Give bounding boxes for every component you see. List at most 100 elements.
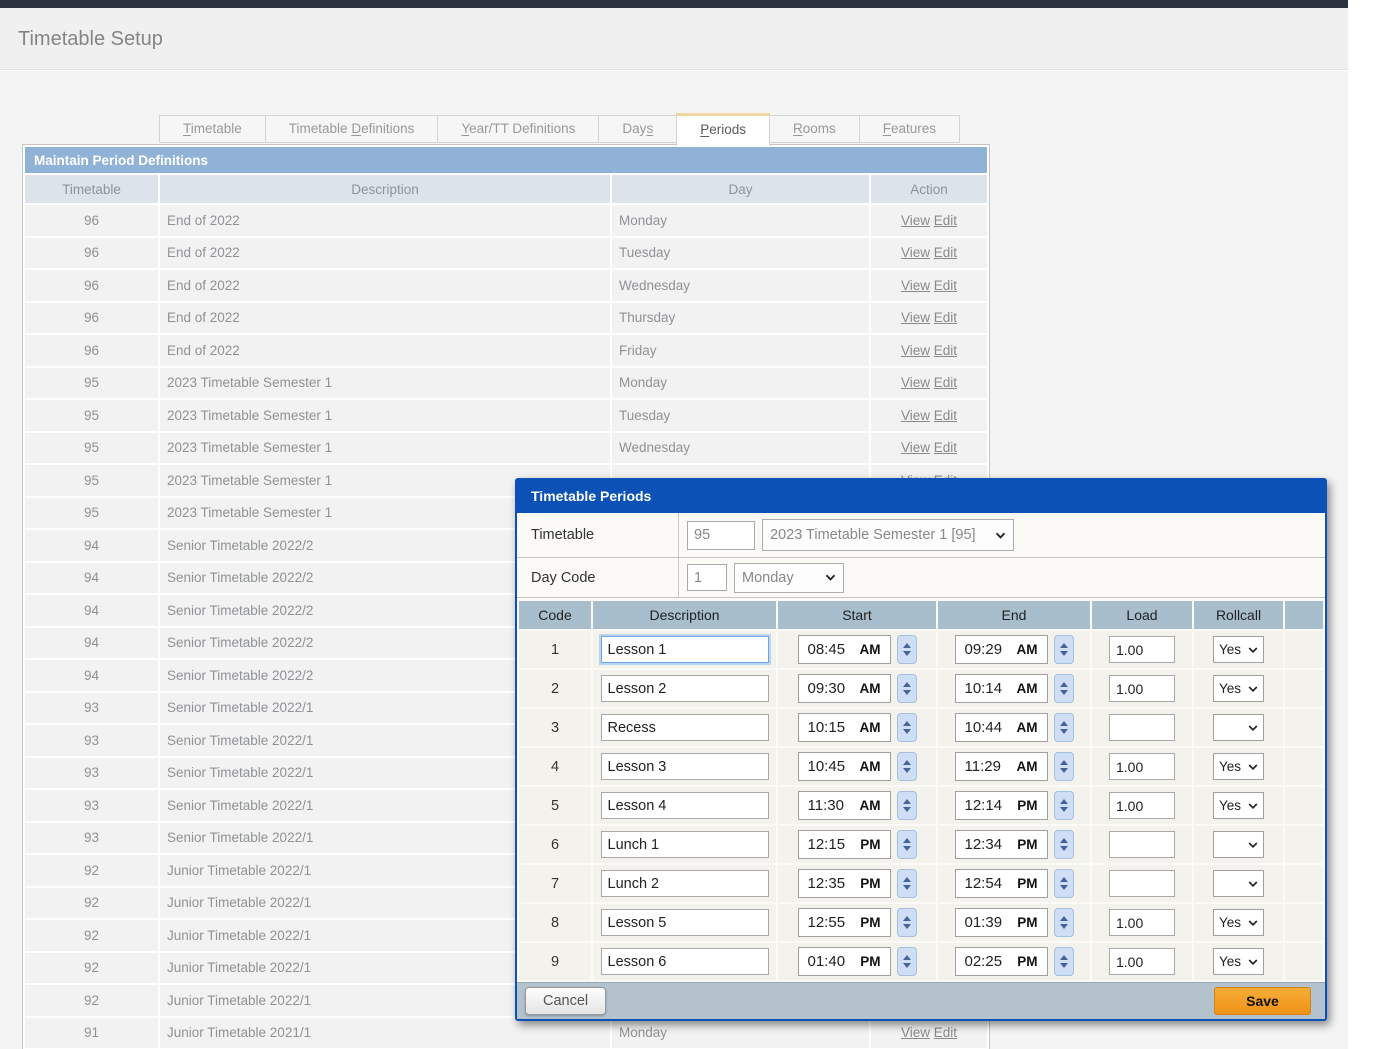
rollcall-select[interactable] — [1213, 831, 1264, 858]
rollcall-select[interactable]: Yes — [1213, 909, 1264, 936]
start-spinner[interactable] — [897, 713, 917, 742]
edit-link[interactable]: Edit — [934, 1025, 957, 1040]
period-load-input[interactable] — [1109, 675, 1175, 702]
start-time-input[interactable]: 08:45AM — [798, 635, 891, 664]
period-description-input[interactable] — [601, 675, 769, 702]
end-time-input[interactable]: 01:39PM — [955, 908, 1048, 937]
period-description-input[interactable] — [601, 870, 769, 897]
rollcall-select[interactable]: Yes — [1213, 948, 1264, 975]
period-load-input[interactable] — [1109, 714, 1175, 741]
start-spinner[interactable] — [897, 635, 917, 664]
end-time-input[interactable]: 11:29AM — [955, 752, 1048, 781]
edit-link[interactable]: Edit — [934, 343, 957, 358]
period-description-input[interactable] — [601, 831, 769, 858]
end-time-input[interactable]: 09:29AM — [955, 635, 1048, 664]
start-time-input[interactable]: 12:35PM — [798, 869, 891, 898]
spin-down-icon — [1060, 885, 1068, 890]
view-link[interactable]: View — [901, 343, 930, 358]
edit-link[interactable]: Edit — [934, 408, 957, 423]
tab-timetable-definitions[interactable]: Timetable Definitions — [265, 115, 439, 143]
end-spinner[interactable] — [1054, 674, 1074, 703]
end-time-input[interactable]: 12:54PM — [955, 869, 1048, 898]
period-description-input[interactable] — [601, 948, 769, 975]
rollcall-select[interactable] — [1213, 870, 1264, 897]
period-description-input[interactable] — [601, 636, 769, 663]
period-load-input[interactable] — [1109, 831, 1175, 858]
view-link[interactable]: View — [901, 278, 930, 293]
tab-rooms[interactable]: Rooms — [769, 115, 860, 143]
period-description-input[interactable] — [601, 714, 769, 741]
period-load-input[interactable] — [1109, 792, 1175, 819]
period-start-cell: 01:40PM — [778, 943, 936, 980]
tab-timetable[interactable]: Timetable — [159, 115, 266, 143]
edit-link[interactable]: Edit — [934, 245, 957, 260]
period-load-input[interactable] — [1109, 636, 1175, 663]
grid-extra-cell — [1285, 943, 1323, 980]
view-link[interactable]: View — [901, 245, 930, 260]
start-time-input[interactable]: 01:40PM — [798, 947, 891, 976]
view-link[interactable]: View — [901, 1025, 930, 1040]
view-link[interactable]: View — [901, 375, 930, 390]
period-description-input[interactable] — [601, 909, 769, 936]
end-time-input[interactable]: 12:34PM — [955, 830, 1048, 859]
end-spinner[interactable] — [1054, 908, 1074, 937]
end-spinner[interactable] — [1054, 752, 1074, 781]
end-spinner[interactable] — [1054, 713, 1074, 742]
tab-days[interactable]: Days — [598, 115, 677, 143]
period-rollcall-cell — [1194, 826, 1283, 863]
end-time-input[interactable]: 12:14PM — [955, 791, 1048, 820]
end-time-input[interactable]: 10:44AM — [955, 713, 1048, 742]
start-time-input[interactable]: 10:45AM — [798, 752, 891, 781]
rollcall-select[interactable]: Yes — [1213, 792, 1264, 819]
end-spinner[interactable] — [1054, 869, 1074, 898]
tab-features[interactable]: Features — [859, 115, 960, 143]
tab-year-tt-definitions[interactable]: Year/TT Definitions — [437, 115, 599, 143]
start-spinner[interactable] — [897, 791, 917, 820]
view-link[interactable]: View — [901, 440, 930, 455]
rollcall-select[interactable] — [1213, 714, 1264, 741]
rollcall-select[interactable]: Yes — [1213, 675, 1264, 702]
start-time-input[interactable]: 10:15AM — [798, 713, 891, 742]
day-select[interactable]: Monday — [734, 563, 844, 593]
view-link[interactable]: View — [901, 310, 930, 325]
start-spinner[interactable] — [897, 869, 917, 898]
edit-link[interactable]: Edit — [934, 278, 957, 293]
rollcall-select[interactable]: Yes — [1213, 753, 1264, 780]
view-link[interactable]: View — [901, 213, 930, 228]
start-spinner[interactable] — [897, 830, 917, 859]
save-button[interactable]: Save — [1214, 987, 1311, 1015]
start-time-input[interactable]: 12:55PM — [798, 908, 891, 937]
start-spinner[interactable] — [897, 947, 917, 976]
period-description-input[interactable] — [601, 792, 769, 819]
end-spinner[interactable] — [1054, 830, 1074, 859]
edit-link[interactable]: Edit — [934, 213, 957, 228]
timetable-code-input[interactable] — [687, 521, 755, 550]
end-spinner[interactable] — [1054, 791, 1074, 820]
day-code-input[interactable] — [687, 564, 727, 591]
end-time-input[interactable]: 02:25PM — [955, 947, 1048, 976]
rollcall-select[interactable]: Yes — [1213, 636, 1264, 663]
period-load-input[interactable] — [1109, 909, 1175, 936]
end-time-input[interactable]: 10:14AM — [955, 674, 1048, 703]
row-timetable: 94 — [25, 628, 158, 659]
cancel-button[interactable]: Cancel — [525, 987, 606, 1015]
period-load-input[interactable] — [1109, 948, 1175, 975]
start-spinner[interactable] — [897, 752, 917, 781]
end-spinner[interactable] — [1054, 947, 1074, 976]
period-description-input[interactable] — [601, 753, 769, 780]
start-time-input[interactable]: 09:30AM — [798, 674, 891, 703]
start-time-input[interactable]: 12:15PM — [798, 830, 891, 859]
end-spinner[interactable] — [1054, 635, 1074, 664]
row-actions: View Edit — [871, 205, 987, 236]
edit-link[interactable]: Edit — [934, 310, 957, 325]
timetable-select[interactable]: 2023 Timetable Semester 1 [95] — [762, 519, 1014, 551]
tab-periods[interactable]: Periods — [676, 113, 770, 146]
edit-link[interactable]: Edit — [934, 440, 957, 455]
period-load-input[interactable] — [1109, 753, 1175, 780]
edit-link[interactable]: Edit — [934, 375, 957, 390]
start-time-input[interactable]: 11:30AM — [798, 791, 891, 820]
start-spinner[interactable] — [897, 908, 917, 937]
view-link[interactable]: View — [901, 408, 930, 423]
period-load-input[interactable] — [1109, 870, 1175, 897]
start-spinner[interactable] — [897, 674, 917, 703]
